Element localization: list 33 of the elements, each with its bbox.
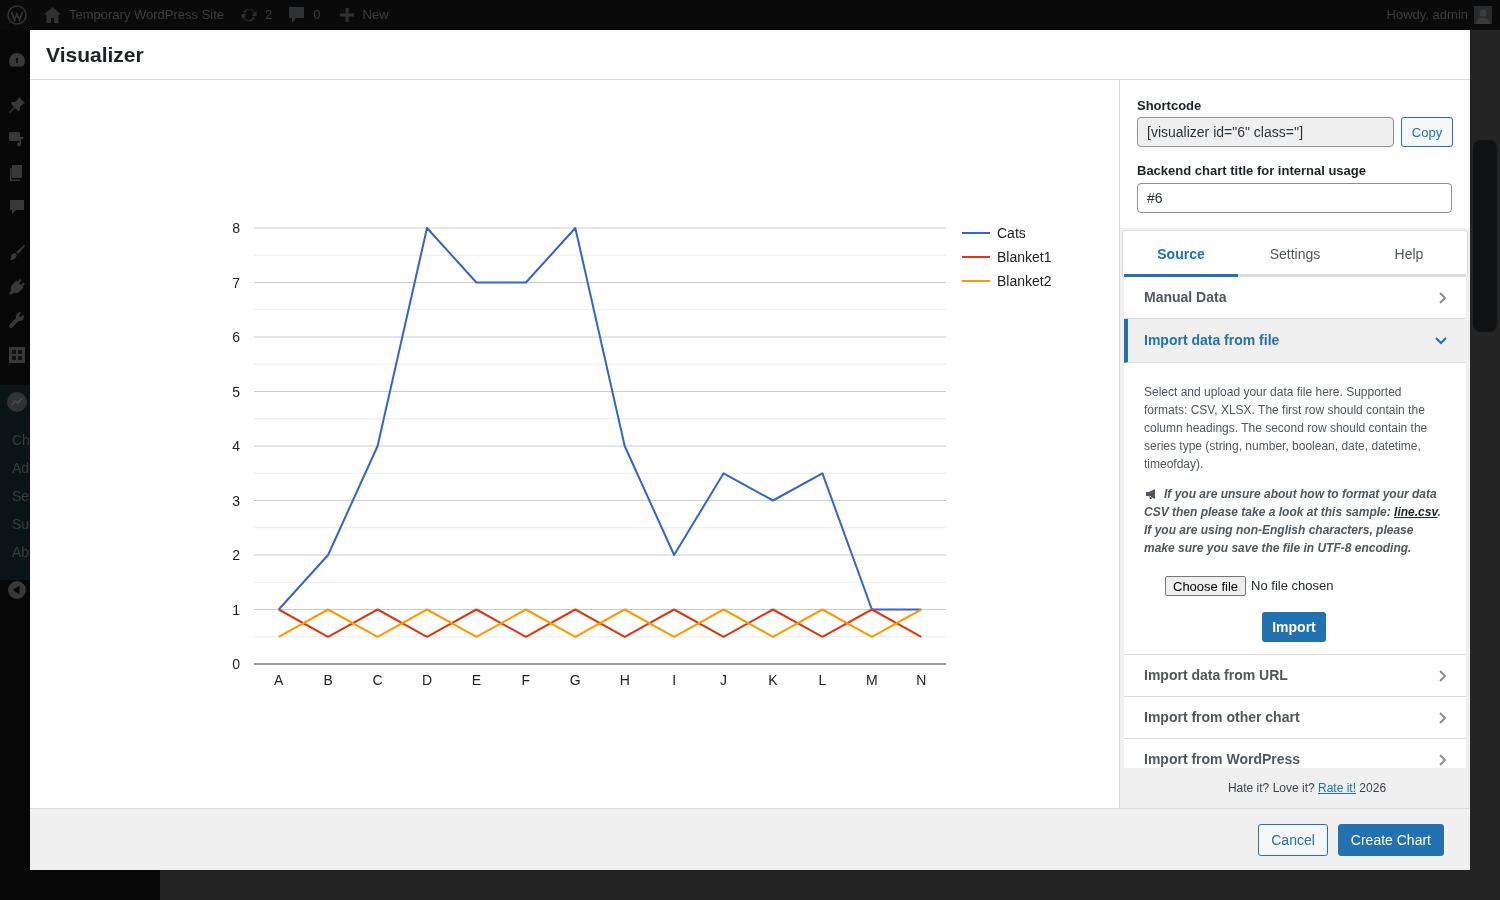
axis-tick-label: 4 [232,438,240,454]
axis-tick-label: L [818,672,827,688]
axis-tick-label: 7 [232,274,240,291]
axis-tick-label: D [421,672,433,688]
axis-tick-label: 3 [232,492,240,509]
axis-tick-label: 5 [232,383,240,400]
axis-tick-label: K [768,672,778,688]
legend-label: Cats [997,225,1026,241]
axis-tick-label: G [569,672,581,688]
legend-label: Blanket2 [997,273,1052,289]
axis-tick-label: 2 [232,547,240,563]
axis-tick-label: 6 [232,329,240,345]
field-label: Backend chart title for internal usage [1137,163,1367,179]
file-status: No file chosen [1251,577,1334,595]
axis-tick-label: I [672,672,677,688]
axis-tick-label: 0 [232,656,240,672]
rating-prompt: Hate it? Love it? Rate it! 2026 [1227,780,1387,796]
axis-tick-label: N [916,672,927,688]
axis-tick-label: 8 [232,220,240,236]
axis-tick-label: A [274,672,284,688]
axis-tick-label: J [720,672,728,688]
axis-tick-label: 1 [232,601,240,618]
import-instructions: Select and upload your data file here. Supported formats: CSV, XLSX. The first row should contain the column headings. The second row should contain the series type (string, number, boolean, date, datetime, timeofday). [1144,384,1429,473]
axis-tick-label: C [372,672,383,688]
axis-tick-label: H [619,672,630,688]
modal-title: Visualizer [46,41,144,68]
legend-label: Blanket1 [997,249,1052,265]
field-label: Shortcode [1137,98,1203,114]
format-note: If you are unsure about how to format your data CSV then please take a look at this sample: line.csv. If you are using non-English characters, please make sure you save the file in UTF-8 encoding. [1144,486,1442,557]
axis-tick-label: M [866,672,878,688]
axis-tick-label: F [521,672,531,688]
axis-tick-label: B [323,672,333,688]
axis-tick-label: E [471,672,482,688]
